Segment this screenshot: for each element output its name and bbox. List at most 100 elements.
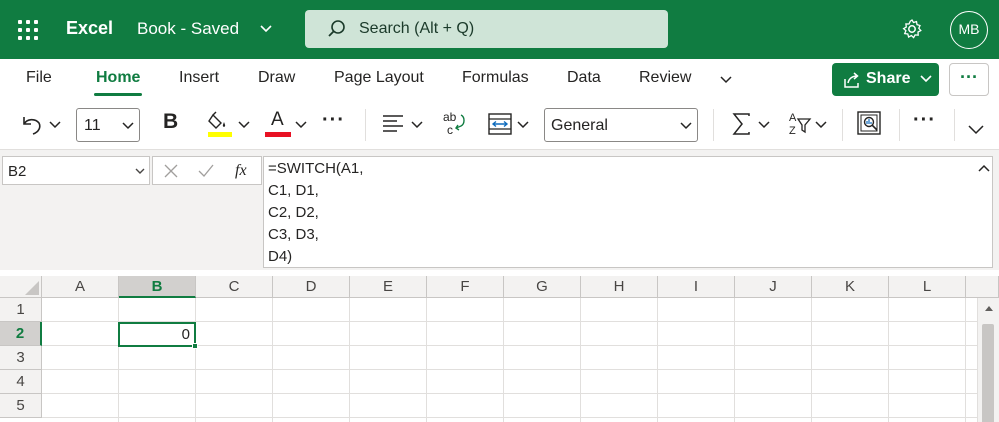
row-header-4[interactable]: 4 [0,370,42,394]
svg-text:ab: ab [443,110,457,124]
column-header-a[interactable]: A [42,276,119,298]
cell-value: 0 [181,326,190,343]
more-tabs-chevron-icon[interactable] [718,72,734,88]
column-header-l[interactable]: L [889,276,966,298]
bold-button[interactable]: B [163,110,178,134]
active-cell-b2[interactable]: 0 [118,322,198,349]
home-ribbon: 11 B A ··· ab c General AZ ··· [0,101,999,149]
share-label: Share [866,70,911,87]
autosum-dropdown-chevron-icon[interactable] [757,119,771,131]
share-button[interactable]: Share [832,63,939,96]
document-title[interactable]: Book - Saved [137,19,239,39]
column-header-c[interactable]: C [196,276,273,298]
merge-cells-icon[interactable] [487,111,513,137]
collapse-formula-bar-icon[interactable] [976,162,992,174]
row-header-2[interactable]: 2 [0,322,42,346]
select-all-button[interactable] [0,276,42,298]
divider [954,109,955,141]
font-color-dropdown-icon[interactable] [294,119,308,131]
font-color-swatch [265,132,291,137]
cell-area[interactable] [42,298,977,422]
sort-filter-icon[interactable]: AZ [786,110,812,138]
title-bar: Excel Book - Saved Search (Alt + Q) MB [0,0,999,59]
wrap-text-icon[interactable]: abc [441,110,467,138]
formula-input[interactable]: =SWITCH(A1, C1, D1, C2, D2, C3, D3, D4) [263,156,993,268]
font-color-button[interactable]: A [264,107,292,139]
sort-filter-dropdown-chevron-icon[interactable] [814,119,828,131]
align-left-icon[interactable] [381,113,405,135]
column-header-g[interactable]: G [504,276,581,298]
divider [365,109,366,141]
fill-color-icon[interactable] [207,109,233,139]
divider [842,109,843,141]
tab-file[interactable]: File [26,69,52,87]
tab-draw[interactable]: Draw [258,69,295,87]
scrollbar-thumb[interactable] [982,324,994,422]
column-header-f[interactable]: F [427,276,504,298]
scroll-up-arrow-icon[interactable] [984,304,994,312]
chevron-down-icon [920,75,932,83]
cancel-formula-icon[interactable] [163,163,179,179]
autosum-icon[interactable] [731,112,753,136]
svg-text:A: A [789,112,797,124]
font-color-letter: A [271,109,284,130]
insert-function-button[interactable]: fx [235,162,247,180]
tab-home[interactable]: Home [93,69,143,96]
formula-line: =SWITCH(A1, [268,160,364,177]
divider [713,109,714,141]
row-header-5[interactable]: 5 [0,394,42,418]
chevron-down-icon[interactable] [258,18,274,38]
font-size-select[interactable]: 11 [76,108,140,142]
align-dropdown-chevron-icon[interactable] [410,119,424,131]
formula-line: C1, D1, [268,182,319,199]
fill-handle[interactable] [192,343,198,349]
name-box[interactable]: B2 [2,156,150,185]
more-options-button[interactable]: ··· [949,63,989,96]
formula-bar: B2 fx =SWITCH(A1, C1, D1, C2, D2, C3, D3… [0,149,999,270]
column-header-k[interactable]: K [812,276,889,298]
ribbon-expand-chevron-icon[interactable] [966,123,986,137]
column-header-j[interactable]: J [735,276,812,298]
more-font-options-button[interactable]: ··· [322,109,345,132]
column-header-i[interactable]: I [658,276,735,298]
row-header-3[interactable]: 3 [0,346,42,370]
column-header-e[interactable]: E [350,276,427,298]
fill-color-dropdown-icon[interactable] [237,119,251,131]
svg-text:Z: Z [789,125,796,137]
search-box[interactable]: Search (Alt + Q) [305,10,668,48]
column-header-m-partial[interactable] [966,276,999,298]
merge-dropdown-chevron-icon[interactable] [516,119,530,131]
undo-icon[interactable] [20,113,44,137]
formula-line: D4) [268,248,293,265]
chevron-down-icon [122,122,134,130]
vertical-scrollbar[interactable] [977,298,999,422]
share-icon [844,72,859,88]
column-header-d[interactable]: D [273,276,350,298]
more-commands-button[interactable]: ··· [913,109,936,132]
number-format-select[interactable]: General [544,108,698,142]
tab-insert[interactable]: Insert [179,69,219,87]
analyze-data-icon[interactable] [856,109,882,137]
divider [899,109,900,141]
formula-actions: fx [152,156,262,185]
chevron-down-icon [680,122,692,130]
app-launcher-icon[interactable] [18,20,38,40]
formula-line: C3, D3, [268,226,319,243]
tab-data[interactable]: Data [567,69,601,87]
gear-icon[interactable] [901,18,923,40]
worksheet-grid: A B C D E F G H I J K L 1 2 3 4 5 0 [0,270,999,422]
font-size-value: 11 [84,117,101,134]
column-header-b[interactable]: B [119,276,196,298]
app-name[interactable]: Excel [66,18,113,39]
search-placeholder: Search (Alt + Q) [359,20,475,37]
tab-formulas[interactable]: Formulas [462,69,529,87]
tab-review[interactable]: Review [639,69,691,87]
row-header-1[interactable]: 1 [0,298,42,322]
name-box-value: B2 [8,163,27,180]
undo-dropdown-chevron-icon[interactable] [48,119,62,131]
chevron-down-icon [135,168,145,174]
column-header-h[interactable]: H [581,276,658,298]
avatar[interactable]: MB [950,11,988,49]
confirm-formula-icon[interactable] [197,163,215,179]
tab-page-layout[interactable]: Page Layout [334,69,424,87]
